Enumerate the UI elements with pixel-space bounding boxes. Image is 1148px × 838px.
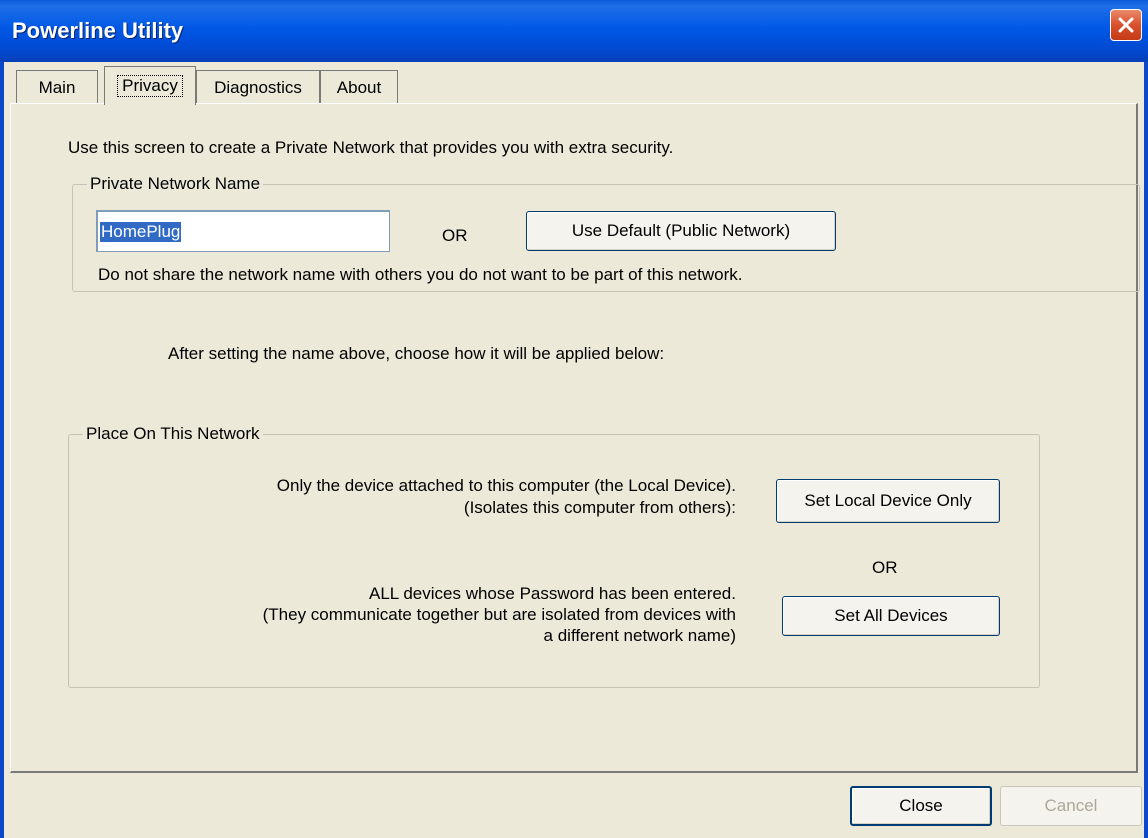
close-window-button[interactable] (1110, 9, 1142, 41)
window-frame-left (0, 62, 4, 838)
local-device-desc-line1: Only the device attached to this compute… (276, 476, 736, 495)
title-bar[interactable]: Powerline Utility (0, 0, 1148, 62)
use-default-public-network-button[interactable]: Use Default (Public Network) (526, 211, 836, 251)
tab-diagnostics-label: Diagnostics (214, 77, 302, 97)
or-label-top: OR (442, 226, 468, 245)
tab-main[interactable]: Main (16, 70, 98, 104)
tab-diagnostics[interactable]: Diagnostics (196, 70, 320, 104)
all-devices-desc-line2: (They communicate together but are isola… (262, 605, 736, 624)
set-local-device-only-button[interactable]: Set Local Device Only (776, 479, 1000, 523)
tab-privacy[interactable]: Privacy (104, 66, 196, 105)
close-button[interactable]: Close (850, 786, 992, 826)
window-frame-right (1144, 62, 1148, 838)
network-name-value: HomePlug (100, 221, 182, 242)
tab-privacy-label: Privacy (117, 75, 183, 97)
set-all-devices-button[interactable]: Set All Devices (782, 596, 1000, 636)
private-network-name-legend: Private Network Name (87, 174, 264, 194)
place-on-network-legend: Place On This Network (83, 424, 263, 444)
apply-instruction-text: After setting the name above, choose how… (168, 344, 665, 363)
tab-about-label: About (336, 77, 382, 97)
tab-about[interactable]: About (320, 70, 398, 104)
network-name-input[interactable]: HomePlug (96, 210, 390, 252)
cancel-button[interactable]: Cancel (1000, 786, 1142, 826)
local-device-desc-line2: (Isolates this computer from others): (463, 498, 736, 517)
tab-main-label: Main (38, 77, 76, 97)
privacy-intro-text: Use this screen to create a Private Netw… (68, 138, 674, 157)
all-devices-desc-line1: ALL devices whose Password has been ente… (369, 584, 736, 603)
or-label-bottom: OR (872, 558, 898, 577)
network-name-warning: Do not share the network name with other… (98, 265, 743, 284)
window-title: Powerline Utility (12, 18, 184, 43)
close-icon (1118, 17, 1134, 33)
all-devices-desc-line3: a different network name) (543, 626, 736, 645)
